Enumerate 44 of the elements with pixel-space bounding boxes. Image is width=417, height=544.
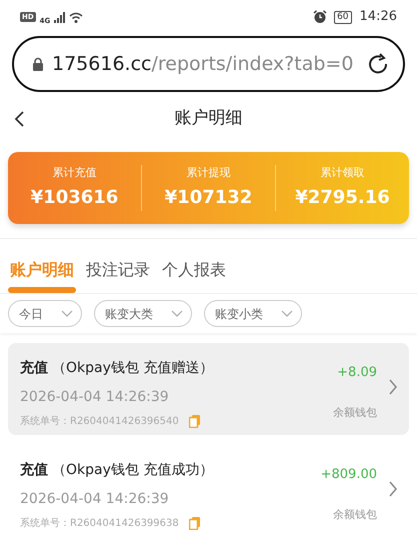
- battery-indicator: 60: [334, 10, 352, 24]
- filter-dropdown[interactable]: 账变大类: [94, 300, 192, 327]
- transaction-detail: （Okpay钱包 充值成功）: [52, 462, 214, 478]
- serial-number: R2604041426396540: [70, 415, 179, 429]
- back-button[interactable]: [14, 110, 25, 128]
- summary-label: 累计领取: [320, 165, 364, 181]
- summary-value: ¥107132: [164, 186, 252, 210]
- url-domain: 175616.cc: [52, 52, 152, 75]
- chevron-down-icon: [61, 310, 73, 317]
- wallet-label: 余额钱包: [333, 506, 377, 522]
- transaction-row[interactable]: 充值 （Okpay钱包 充值成功） 2026-04-04 14:26:39 系统单号：R2604041426399638 +809.00 余额钱包: [8, 445, 409, 537]
- summary-value: ¥2795.16: [295, 186, 390, 210]
- chevron-right-icon: [389, 379, 397, 395]
- serial-number: R2604041426399638: [70, 517, 179, 531]
- alarm-icon: [313, 10, 328, 24]
- back-icon: [14, 110, 25, 128]
- tab[interactable]: 投注记录: [86, 239, 150, 293]
- url-path: /reports/index?tab=0: [151, 52, 354, 75]
- summary-label: 累计充值: [52, 165, 96, 181]
- wifi-icon: [69, 12, 84, 22]
- transaction-type: 充值: [20, 462, 48, 478]
- page-title: 账户明细: [174, 107, 242, 130]
- tab[interactable]: 个人报表: [162, 239, 226, 293]
- chevron-right-icon: [389, 481, 397, 497]
- wallet-label: 余额钱包: [333, 404, 377, 420]
- chevron-down-icon: [171, 310, 183, 317]
- serial-label: 系统单号：: [20, 516, 70, 531]
- filter-dropdown[interactable]: 今日: [8, 300, 82, 327]
- amount: +809.00: [320, 466, 377, 484]
- transaction-time: 2026-04-04 14:26:39: [20, 490, 170, 509]
- clock-time: 14:26: [360, 8, 397, 26]
- transaction-time: 2026-04-04 14:26:39: [20, 388, 170, 407]
- filter-dropdown[interactable]: 账变小类: [204, 300, 302, 327]
- summary-value: ¥103616: [30, 186, 118, 210]
- signal-icon: [54, 12, 66, 22]
- amount: +8.09: [337, 364, 377, 382]
- transaction-detail: （Okpay钱包 充值赠送）: [52, 360, 214, 376]
- address-bar[interactable]: 175616.cc/reports/index?tab=0: [12, 36, 405, 92]
- summary-label: 累计提现: [186, 165, 230, 181]
- transaction-row[interactable]: 充值 （Okpay钱包 充值赠送） 2026-04-04 14:26:39 系统单号：R2604041426396540 +8.09 余额钱包: [8, 343, 409, 435]
- transaction-type: 充值: [20, 360, 48, 376]
- lock-icon: [32, 57, 44, 71]
- chevron-down-icon: [281, 310, 293, 317]
- serial-label: 系统单号：: [20, 414, 70, 429]
